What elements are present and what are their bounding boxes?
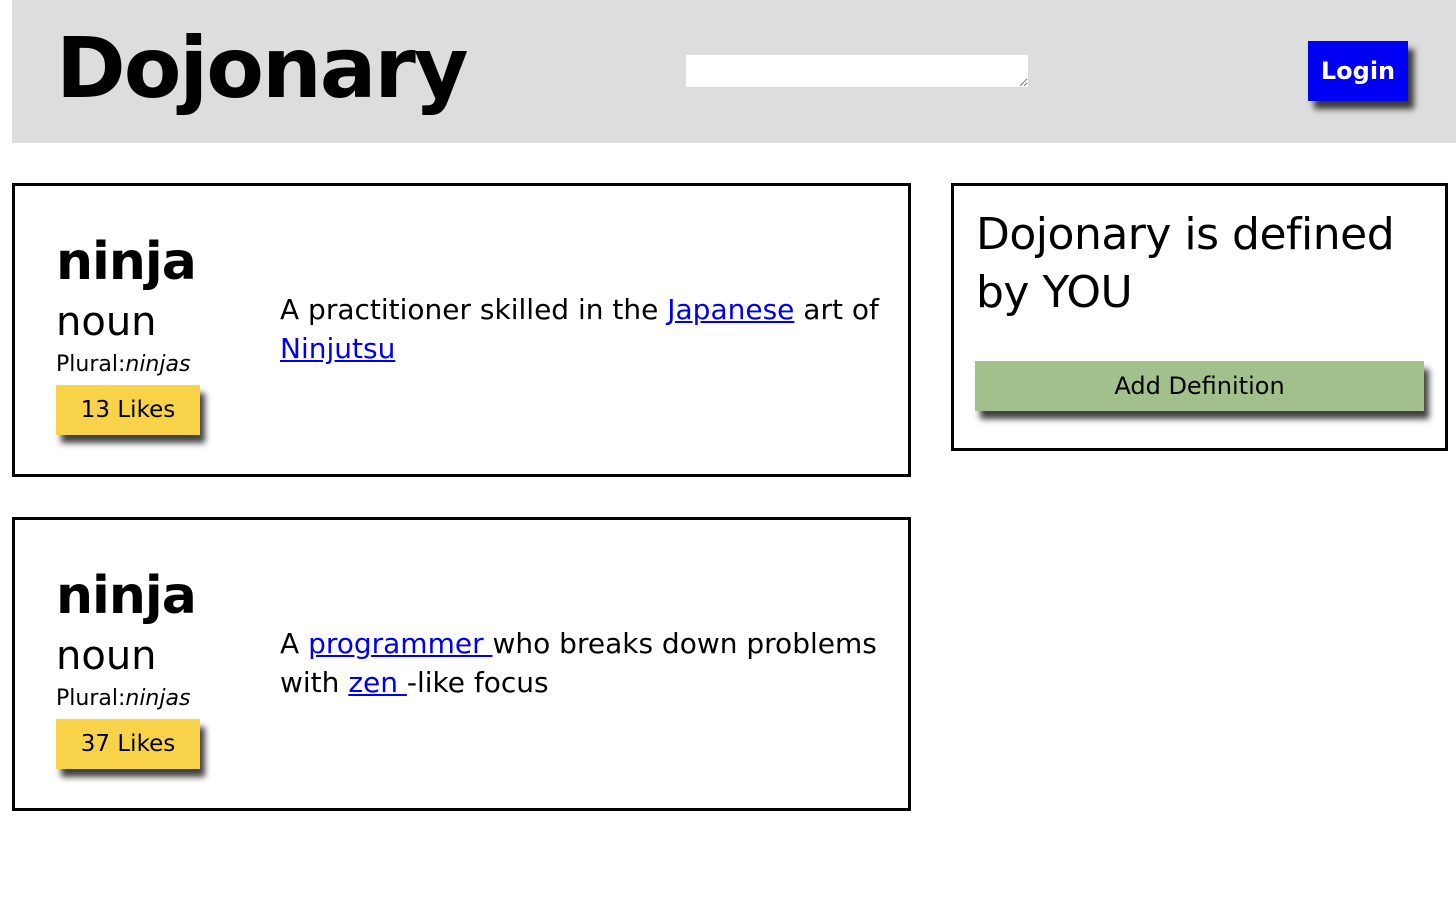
definition-link[interactable]: Ninjutsu: [280, 332, 395, 365]
part-of-speech: noun: [56, 633, 157, 679]
header-bar: Dojonary Login: [12, 0, 1456, 143]
definition-text-part: art of: [794, 293, 879, 326]
definition-link[interactable]: Japanese: [667, 293, 794, 326]
definition-text-part: A: [280, 627, 309, 660]
search-input[interactable]: [686, 55, 1028, 87]
part-of-speech: noun: [56, 299, 157, 345]
plural-value: ninjas: [125, 686, 191, 711]
login-button[interactable]: Login: [1308, 41, 1408, 101]
plural-label: Plural:: [56, 352, 126, 377]
plural-info: Plural:ninjas: [56, 682, 256, 716]
word-info: ninja noun Plural:ninjas 37 Likes: [56, 560, 256, 769]
definition-card: ninja noun Plural:ninjas 13 Likes A prac…: [12, 183, 911, 477]
site-logo[interactable]: Dojonary: [56, 18, 469, 118]
definition-link[interactable]: zen: [348, 666, 407, 699]
definition-text: A programmer who breaks down problems wi…: [280, 624, 880, 702]
plural-label: Plural:: [56, 686, 126, 711]
definition-link[interactable]: programmer: [308, 627, 492, 660]
sidebar-title: Dojonary is defined by YOU: [976, 209, 1395, 318]
plural-info: Plural:ninjas: [56, 348, 256, 382]
definition-text-part: A practitioner skilled in the: [280, 293, 668, 326]
add-definition-button[interactable]: Add Definition: [975, 361, 1424, 411]
likes-button[interactable]: 13 Likes: [56, 385, 200, 435]
word-title: ninja: [56, 566, 197, 626]
definition-text: A practitioner skilled in the Japanese a…: [280, 290, 880, 368]
definition-text-part: -like focus: [406, 666, 549, 699]
word-info: ninja noun Plural:ninjas 13 Likes: [56, 226, 256, 435]
word-title: ninja: [56, 232, 197, 292]
likes-button[interactable]: 37 Likes: [56, 719, 200, 769]
definition-card: ninja noun Plural:ninjas 37 Likes A prog…: [12, 517, 911, 811]
plural-value: ninjas: [125, 352, 191, 377]
sidebar-panel: Dojonary is defined by YOU Add Definitio…: [951, 183, 1448, 451]
